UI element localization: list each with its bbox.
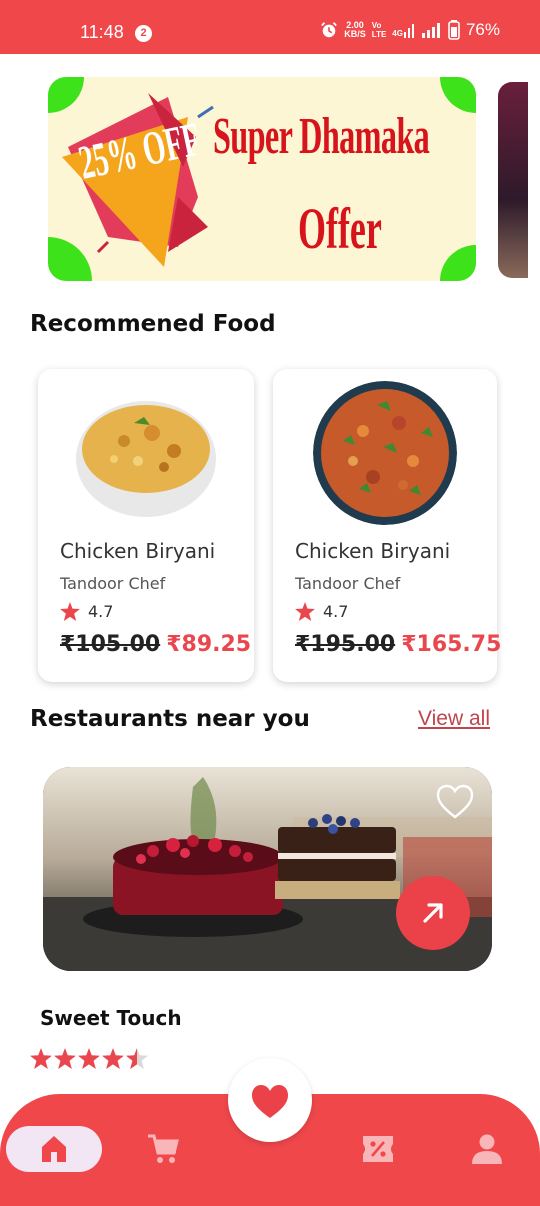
star-icon <box>60 602 80 621</box>
arrow-up-right-icon <box>423 903 443 923</box>
rating-value: 4.7 <box>88 602 114 621</box>
food-price: ₹195.00 ₹165.75 <box>295 632 501 657</box>
favorite-heart-icon[interactable] <box>436 784 474 820</box>
restaurant-name: Sweet Touch <box>40 1006 182 1030</box>
biryani-plate-image <box>74 381 218 525</box>
next-banner-peek[interactable] <box>498 82 528 278</box>
signal-icon-2 <box>421 23 440 38</box>
open-restaurant-button[interactable] <box>396 876 470 950</box>
network-type: 4G <box>392 29 403 38</box>
food-vendor: Tandoor Chef <box>295 574 401 593</box>
volte-indicator: Vo LTE <box>372 21 387 39</box>
banner-subline: Offer <box>298 196 382 261</box>
offers-icon[interactable] <box>362 1134 394 1164</box>
food-vendor: Tandoor Chef <box>60 574 166 593</box>
food-price: ₹105.00 ₹89.25 <box>60 632 251 657</box>
star-icon <box>30 1048 52 1069</box>
recommended-section-title: Recommened Food <box>30 311 276 337</box>
favorites-button[interactable] <box>228 1058 312 1142</box>
nav-home-button[interactable] <box>6 1126 102 1172</box>
battery-percent: 76% <box>465 20 500 39</box>
food-card[interactable]: Chicken Biryani Tandoor Chef 4.7 ₹195.00… <box>273 369 501 682</box>
cart-icon[interactable] <box>146 1133 180 1165</box>
status-bar: 11:48 2 2.00 KB/S Vo LTE 4G 76% <box>0 0 540 54</box>
fried-rice-plate-image <box>313 381 457 525</box>
favorites-icon <box>252 1085 288 1118</box>
volte-bottom: LTE <box>371 30 387 39</box>
original-price: ₹105.00 <box>60 632 161 657</box>
home-icon <box>42 1136 66 1162</box>
net-speed: 2.00 KB/S <box>344 21 366 39</box>
half-star-icon <box>126 1048 148 1069</box>
battery-icon <box>448 20 460 40</box>
restaurants-section-title: Restaurants near you <box>30 706 310 732</box>
banner-headline: Super Dhamaka <box>213 108 430 165</box>
restaurant-rating-stars <box>30 1048 148 1069</box>
status-time: 11:48 <box>80 22 124 42</box>
volte-top: Vo <box>371 21 382 30</box>
notification-count-badge: 2 <box>135 25 152 42</box>
status-icons: 2.00 KB/S Vo LTE 4G 76% <box>320 20 500 40</box>
discounted-price: ₹89.25 <box>166 632 252 657</box>
original-price: ₹195.00 <box>295 632 396 657</box>
view-all-link[interactable]: View all <box>418 707 490 731</box>
offer-banner[interactable]: 25% OFF Super Dhamaka Offer <box>48 77 476 281</box>
star-icon <box>102 1048 124 1069</box>
discounted-price: ₹165.75 <box>401 632 502 657</box>
food-rating: 4.7 <box>60 602 113 621</box>
net-speed-unit: KB/S <box>344 29 366 39</box>
star-icon <box>54 1048 76 1069</box>
network-4g-icon: 4G <box>392 22 416 38</box>
star-icon <box>295 602 315 621</box>
rating-value: 4.7 <box>323 602 349 621</box>
alarm-icon <box>321 22 338 38</box>
profile-icon[interactable] <box>471 1133 503 1165</box>
food-name: Chicken Biryani <box>295 539 451 563</box>
food-name: Chicken Biryani <box>60 539 216 563</box>
star-icon <box>78 1048 100 1069</box>
signal-icon-1 <box>403 24 414 38</box>
food-rating: 4.7 <box>295 602 348 621</box>
food-card[interactable]: Chicken Biryani Tandoor Chef 4.7 ₹105.00… <box>38 369 254 682</box>
